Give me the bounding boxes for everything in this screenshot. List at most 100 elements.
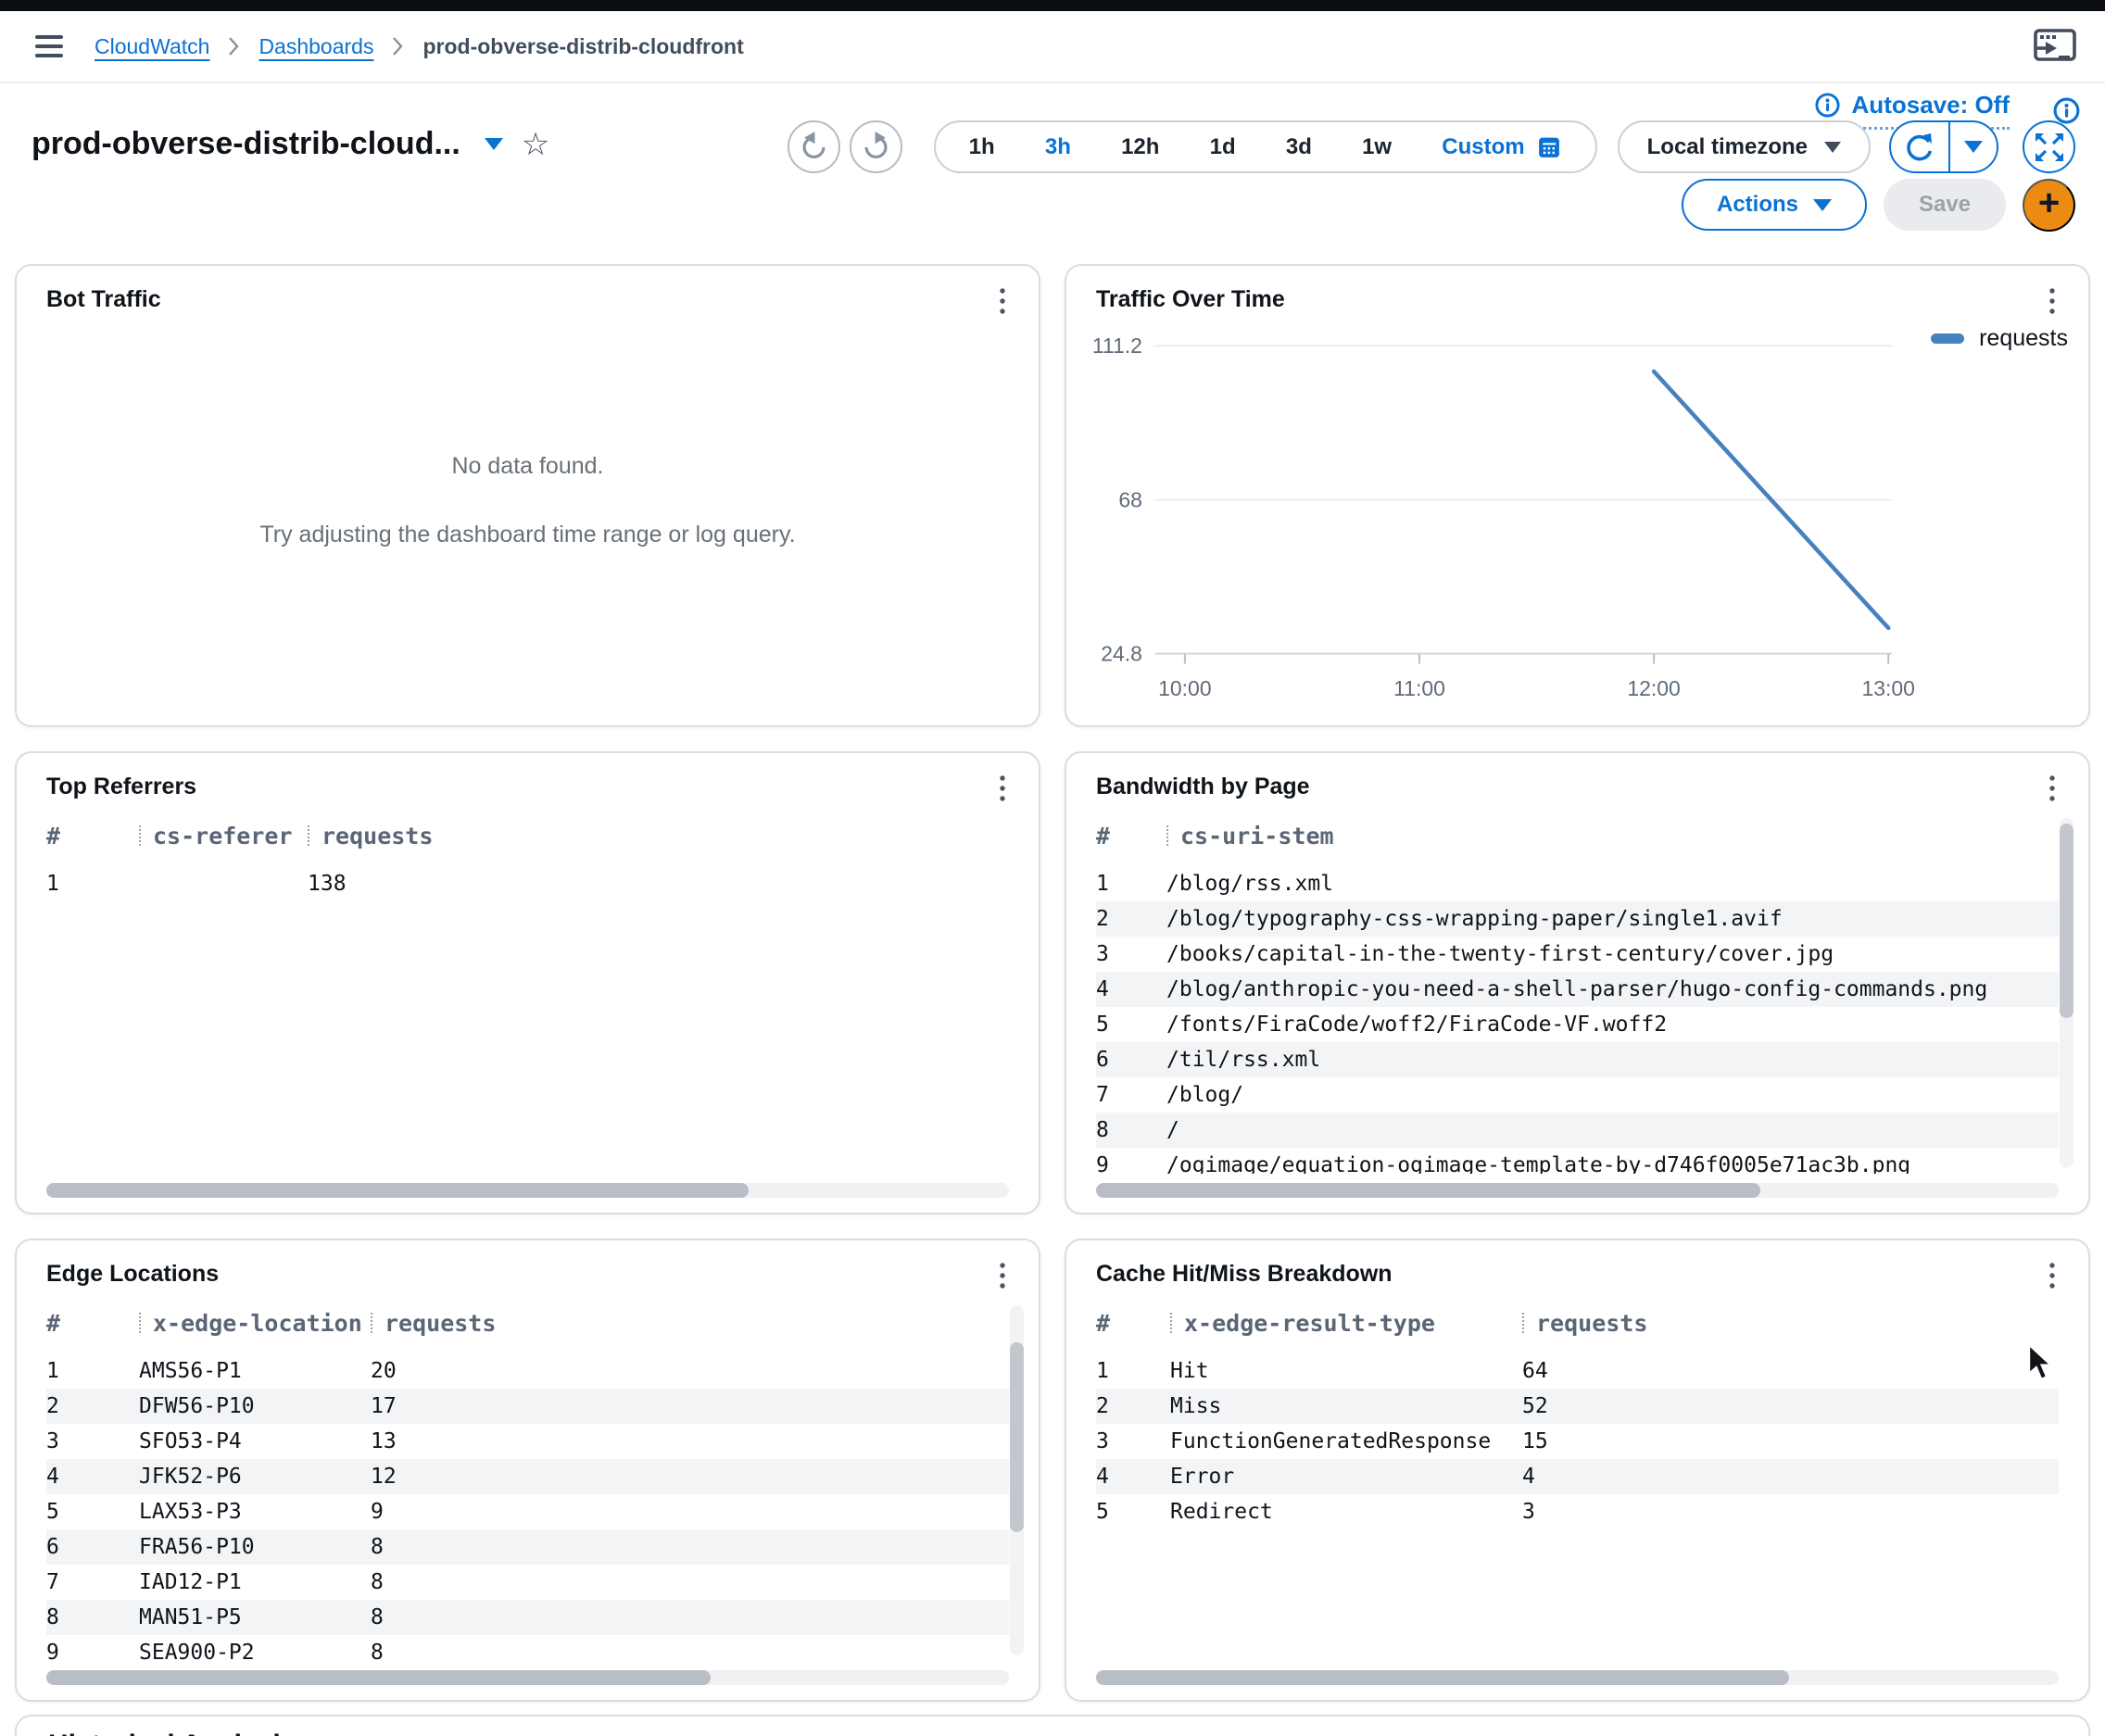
column-header[interactable]: x-edge-location (139, 1310, 371, 1337)
table-row: 1138 (46, 866, 1009, 901)
column-separator (371, 1313, 372, 1333)
table-header-row: #cs-refererrequests (46, 816, 1009, 855)
time-range-12h[interactable]: 12h (1121, 134, 1159, 160)
table-row: 3SFO53-P413 (46, 1424, 1009, 1459)
time-range-1h[interactable]: 1h (969, 134, 995, 160)
horizontal-scrollbar (1096, 1670, 2059, 1685)
svg-text:13:00: 13:00 (1861, 676, 1914, 700)
legend-item-requests[interactable]: requests (1931, 325, 2068, 352)
breadcrumb-dashboards[interactable]: Dashboards (258, 34, 373, 59)
column-header[interactable]: requests (308, 823, 1009, 849)
refresh-button[interactable] (1891, 122, 1948, 171)
column-header[interactable]: requests (371, 1310, 1009, 1337)
redo-button[interactable] (850, 120, 902, 173)
kebab-menu-icon[interactable] (987, 284, 1018, 320)
legend-swatch (1931, 333, 1964, 344)
column-header[interactable]: cs-referer (139, 823, 308, 849)
add-widget-button[interactable]: + (2023, 179, 2075, 232)
cloudshell-icon[interactable] (2033, 26, 2077, 67)
column-header[interactable]: # (1096, 1310, 1170, 1337)
table-cell: 138 (308, 872, 1009, 896)
table-cell: 3 (46, 1429, 139, 1453)
fullscreen-button[interactable] (2023, 120, 2075, 173)
table-cell: Miss (1170, 1394, 1522, 1418)
widget-title: Cache Hit/Miss Breakdown (1096, 1261, 1393, 1288)
chevron-right-icon (228, 36, 240, 57)
chevron-right-icon (392, 36, 404, 57)
actions-button[interactable]: Actions (1682, 179, 1867, 231)
kebab-menu-icon[interactable] (987, 772, 1018, 807)
column-separator (308, 825, 309, 846)
table-cell: 2 (46, 1394, 139, 1418)
horizontal-scrollbar (46, 1670, 1009, 1685)
kebab-menu-icon[interactable] (987, 1259, 1018, 1294)
widget-cache-breakdown: Cache Hit/Miss Breakdown #x-edge-result-… (1065, 1239, 2090, 1702)
horizontal-scrollbar-thumb[interactable] (1096, 1183, 1760, 1198)
table-row: 1AMS56-P120 (46, 1353, 1009, 1389)
timezone-label: Local timezone (1647, 134, 1808, 160)
horizontal-scrollbar (1096, 1183, 2059, 1198)
table-cell: 15 (1522, 1429, 2059, 1453)
title-dropdown-caret[interactable] (485, 138, 503, 150)
table-cell: 7 (46, 1570, 139, 1594)
calendar-icon (1536, 134, 1562, 160)
column-header[interactable]: # (46, 1310, 139, 1337)
undo-button[interactable] (788, 120, 840, 173)
table-cell: IAD12-P1 (139, 1570, 371, 1594)
timezone-selector[interactable]: Local timezone (1618, 120, 1871, 173)
table-cell: 3 (1096, 1429, 1170, 1453)
window-edge-strip (0, 0, 2105, 11)
horizontal-scrollbar (46, 1183, 1009, 1198)
refresh-split-button (1889, 120, 1998, 173)
vertical-scrollbar-thumb[interactable] (2060, 824, 2073, 1018)
table-cell: 13 (371, 1429, 1009, 1453)
refresh-options-button[interactable] (1948, 122, 1997, 171)
column-header[interactable]: requests (1522, 1310, 2059, 1337)
hamburger-menu-icon[interactable] (35, 35, 63, 57)
breadcrumb-cloudwatch[interactable]: CloudWatch (95, 34, 209, 59)
column-header[interactable]: # (46, 823, 139, 849)
column-separator (1166, 825, 1168, 846)
table-cell: 4 (46, 1465, 139, 1489)
table-cell: 8 (371, 1535, 1009, 1559)
table-cell: 4 (1522, 1465, 2059, 1489)
table-row: 3FunctionGeneratedResponse15 (1096, 1424, 2059, 1459)
table-cell: /ogimage/equation-ogimage-template-by-d7… (1166, 1153, 2059, 1174)
table-row: 4Error4 (1096, 1459, 2059, 1494)
save-button[interactable]: Save (1884, 179, 2006, 231)
horizontal-scrollbar-thumb[interactable] (46, 1183, 749, 1198)
table-cell: 4 (1096, 1465, 1170, 1489)
undo-icon (789, 121, 838, 173)
widget-traffic-over-time: Traffic Over Time 111.26824.810:0011:001… (1065, 264, 2090, 727)
column-header[interactable]: cs-uri-stem (1166, 823, 2059, 849)
kebab-menu-icon[interactable] (2036, 772, 2068, 807)
column-separator (1522, 1313, 1524, 1333)
horizontal-scrollbar-thumb[interactable] (46, 1670, 711, 1685)
widget-top-referrers: Top Referrers #cs-refererrequests1138 (15, 751, 1040, 1214)
widget-title: Historical Analysis (17, 1717, 2088, 1736)
column-separator (139, 825, 141, 846)
table-row: 2DFW56-P1017 (46, 1389, 1009, 1424)
table-cell: Hit (1170, 1359, 1522, 1383)
svg-text:11:00: 11:00 (1393, 676, 1445, 700)
kebab-menu-icon[interactable] (2036, 1259, 2068, 1294)
horizontal-scrollbar-thumb[interactable] (1096, 1670, 1789, 1685)
favorite-star-icon[interactable]: ☆ (522, 129, 549, 160)
log-results-table: #x-edge-locationrequests 1AMS56-P1202DFW5… (46, 1303, 1009, 1661)
table-cell: /books/capital-in-the-twenty-first-centu… (1166, 942, 2059, 966)
time-range-3d[interactable]: 3d (1286, 134, 1312, 160)
svg-text:10:00: 10:00 (1158, 676, 1211, 700)
time-range-1d[interactable]: 1d (1210, 134, 1236, 160)
column-separator (139, 1313, 141, 1333)
table-row: 7/blog/ (1096, 1077, 2059, 1113)
column-header[interactable]: x-edge-result-type (1170, 1310, 1522, 1337)
table-row: 6/til/rss.xml (1096, 1042, 2059, 1077)
log-results-table: #x-edge-result-typerequests1Hit642Miss52… (1096, 1303, 2059, 1661)
column-header[interactable]: # (1096, 823, 1166, 849)
time-range-1w[interactable]: 1w (1362, 134, 1392, 160)
vertical-scrollbar-thumb[interactable] (1010, 1342, 1024, 1532)
time-range-custom[interactable]: Custom (1442, 134, 1561, 160)
table-row: 2Miss52 (1096, 1389, 2059, 1424)
time-range-3h[interactable]: 3h (1045, 134, 1071, 160)
svg-text:68: 68 (1118, 487, 1142, 511)
